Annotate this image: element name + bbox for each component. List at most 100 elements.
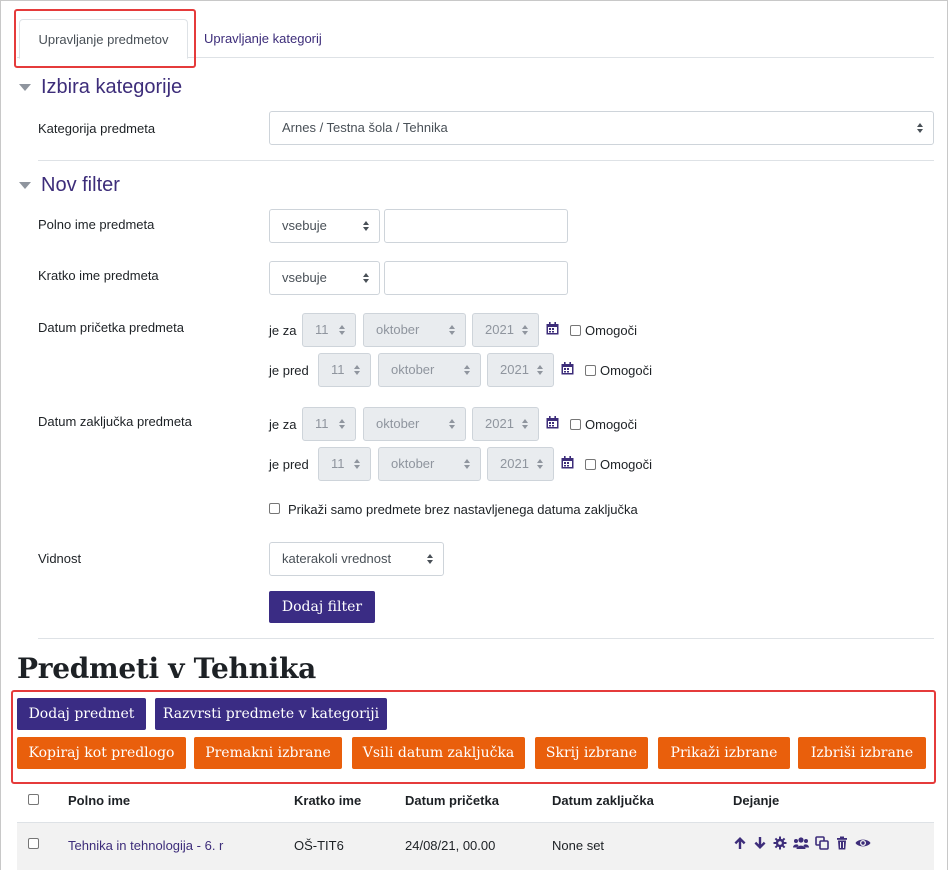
calendar-icon[interactable] bbox=[561, 456, 574, 469]
no-enddate-checkbox[interactable] bbox=[269, 503, 280, 514]
enddate-filter-label: Datum zaključka predmeta bbox=[38, 414, 192, 429]
startdate-filter-label: Datum pričetka predmeta bbox=[38, 320, 184, 335]
enddate-after-year-select[interactable]: 2021 bbox=[472, 407, 539, 441]
select-arrows-icon bbox=[537, 363, 544, 377]
select-arrows-icon bbox=[449, 417, 456, 431]
enddate-before-prefix: je pred bbox=[269, 457, 309, 472]
tab-manage-courses[interactable]: Upravljanje predmetov bbox=[19, 19, 188, 59]
select-arrows-icon bbox=[339, 417, 346, 431]
column-header-startdate[interactable]: Datum pričetka bbox=[405, 793, 499, 808]
sort-courses-button[interactable]: Razvrsti predmete v kategoriji bbox=[155, 698, 387, 730]
shortname-filter-label: Kratko ime predmeta bbox=[38, 268, 159, 283]
startdate-before-year-select[interactable]: 2021 bbox=[487, 353, 554, 387]
select-arrows-icon bbox=[522, 417, 529, 431]
category-section-title: Izbira kategorije bbox=[41, 76, 183, 98]
divider bbox=[38, 160, 934, 161]
day-value: 11 bbox=[315, 416, 329, 431]
filter-section-header[interactable]: Nov filter bbox=[17, 174, 120, 197]
column-header-shortname[interactable]: Kratko ime bbox=[294, 793, 361, 808]
fullname-filter-input[interactable] bbox=[384, 209, 568, 243]
course-fullname-link[interactable]: Tehnika in tehnologija - 6. r bbox=[68, 838, 223, 853]
divider bbox=[38, 638, 934, 639]
select-arrows-icon bbox=[537, 457, 544, 471]
enddate-after-prefix: je za bbox=[269, 417, 297, 432]
enddate-before-day-select[interactable]: 11 bbox=[318, 447, 371, 481]
shortname-operator-select[interactable]: vsebuje bbox=[269, 261, 380, 295]
visibility-select[interactable]: katerakoli vrednost bbox=[269, 542, 444, 576]
fullname-operator-value: vsebuje bbox=[282, 218, 327, 233]
shortname-operator-value: vsebuje bbox=[282, 270, 327, 285]
startdate-after-prefix: je za bbox=[269, 323, 297, 338]
calendar-icon[interactable] bbox=[546, 416, 559, 429]
day-value: 11 bbox=[331, 456, 345, 471]
enddate-after-enable-label: Omogoči bbox=[585, 417, 638, 432]
select-arrows-icon bbox=[354, 457, 361, 471]
copy-as-template-button[interactable]: Kopiraj kot predlogo bbox=[17, 737, 186, 769]
enddate-before-enable-checkbox[interactable] bbox=[585, 459, 596, 470]
month-value: oktober bbox=[376, 416, 420, 431]
add-course-button[interactable]: Dodaj predmet bbox=[17, 698, 146, 730]
collapse-caret-icon bbox=[19, 84, 31, 91]
startdate-after-day-select[interactable]: 11 bbox=[302, 313, 356, 347]
visibility-value: katerakoli vrednost bbox=[282, 551, 392, 566]
month-value: oktober bbox=[391, 456, 435, 471]
calendar-icon[interactable] bbox=[546, 322, 559, 335]
startdate-after-enable-label: Omogoči bbox=[585, 323, 638, 338]
select-arrows-icon bbox=[363, 219, 370, 233]
arrow-down-icon[interactable] bbox=[753, 836, 767, 850]
enddate-before-enable-label: Omogoči bbox=[600, 457, 653, 472]
no-enddate-label: Prikaži samo predmete brez nastavljenega… bbox=[288, 502, 638, 517]
startdate-before-month-select[interactable]: oktober bbox=[378, 353, 481, 387]
calendar-icon[interactable] bbox=[561, 362, 574, 375]
year-value: 2021 bbox=[485, 322, 514, 337]
course-startdate: 24/08/21, 00.00 bbox=[405, 838, 496, 853]
startdate-after-year-select[interactable]: 2021 bbox=[472, 313, 539, 347]
fullname-filter-label: Polno ime predmeta bbox=[38, 217, 155, 232]
delete-selected-button[interactable]: Izbriši izbrane bbox=[798, 737, 926, 769]
shortname-filter-input[interactable] bbox=[384, 261, 568, 295]
column-header-fullname[interactable]: Polno ime bbox=[68, 793, 130, 808]
select-all-checkbox[interactable] bbox=[28, 794, 39, 805]
year-value: 2021 bbox=[500, 362, 529, 377]
gear-icon[interactable] bbox=[773, 836, 787, 850]
year-value: 2021 bbox=[485, 416, 514, 431]
select-arrows-icon bbox=[464, 363, 471, 377]
startdate-before-day-select[interactable]: 11 bbox=[318, 353, 371, 387]
startdate-after-month-select[interactable]: oktober bbox=[363, 313, 466, 347]
enddate-before-month-select[interactable]: oktober bbox=[378, 447, 481, 481]
move-selected-button[interactable]: Premakni izbrane bbox=[194, 737, 342, 769]
add-filter-button[interactable]: Dodaj filter bbox=[269, 591, 375, 623]
course-shortname: OŠ-TIT6 bbox=[294, 838, 344, 853]
hide-selected-button[interactable]: Skrij izbrane bbox=[535, 737, 648, 769]
show-selected-button[interactable]: Prikaži izbrane bbox=[658, 737, 790, 769]
copy-icon[interactable] bbox=[815, 836, 829, 850]
fullname-operator-select[interactable]: vsebuje bbox=[269, 209, 380, 243]
collapse-caret-icon bbox=[19, 182, 31, 189]
enddate-after-day-select[interactable]: 11 bbox=[302, 407, 356, 441]
startdate-after-enable-checkbox[interactable] bbox=[570, 325, 581, 336]
select-arrows-icon bbox=[464, 457, 471, 471]
row-actions bbox=[733, 836, 871, 850]
row-select-checkbox[interactable] bbox=[28, 838, 39, 849]
users-icon[interactable] bbox=[793, 836, 809, 850]
course-category-select[interactable]: Arnes / Testna šola / Tehnika bbox=[269, 111, 934, 145]
enddate-before-year-select[interactable]: 2021 bbox=[487, 447, 554, 481]
trash-icon[interactable] bbox=[835, 836, 849, 850]
month-value: oktober bbox=[376, 322, 420, 337]
select-arrows-icon bbox=[522, 323, 529, 337]
arrow-up-icon[interactable] bbox=[733, 836, 747, 850]
select-arrows-icon bbox=[449, 323, 456, 337]
enddate-after-enable-checkbox[interactable] bbox=[570, 419, 581, 430]
startdate-before-enable-label: Omogoči bbox=[600, 363, 653, 378]
enddate-after-month-select[interactable]: oktober bbox=[363, 407, 466, 441]
eye-icon[interactable] bbox=[855, 836, 871, 850]
category-section-header[interactable]: Izbira kategorije bbox=[17, 76, 182, 99]
month-value: oktober bbox=[391, 362, 435, 377]
filter-section-title: Nov filter bbox=[41, 174, 120, 196]
startdate-before-prefix: je pred bbox=[269, 363, 309, 378]
startdate-before-enable-checkbox[interactable] bbox=[585, 365, 596, 376]
select-arrows-icon bbox=[354, 363, 361, 377]
tab-manage-categories[interactable]: Upravljanje kategorij bbox=[188, 19, 338, 58]
course-category-value: Arnes / Testna šola / Tehnika bbox=[282, 120, 448, 135]
force-enddate-button[interactable]: Vsili datum zaključka bbox=[352, 737, 525, 769]
